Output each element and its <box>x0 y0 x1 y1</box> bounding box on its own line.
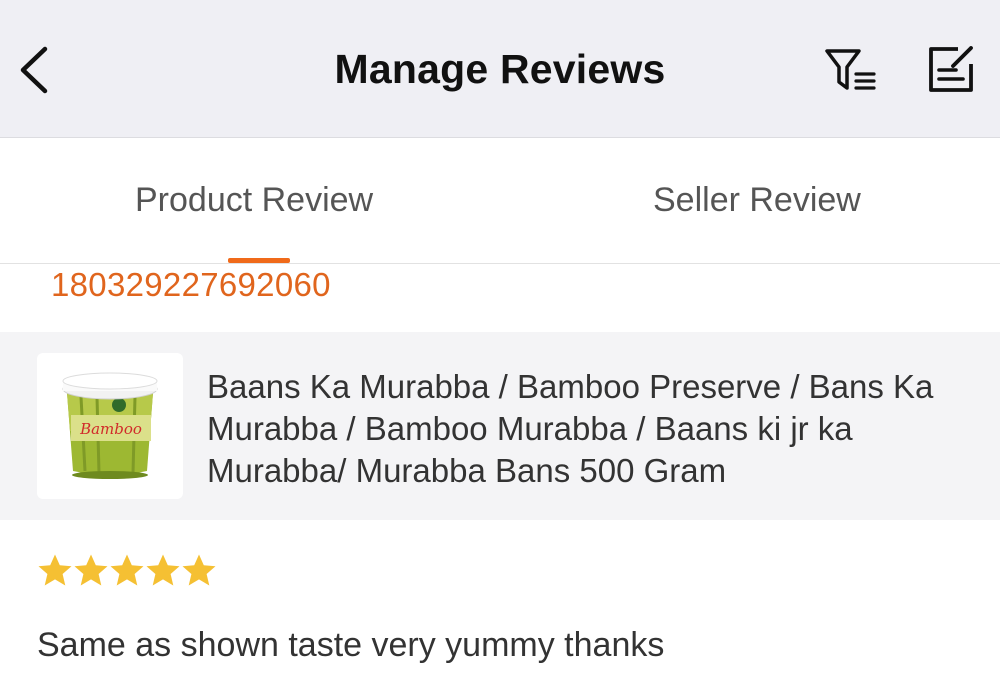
write-review-button[interactable] <box>924 44 978 96</box>
star-icon <box>146 554 180 586</box>
product-card[interactable]: Bamboo Baans Ka Murabba / Bamboo Preserv… <box>0 332 1000 520</box>
tab-product-review[interactable]: Product Review <box>135 181 373 220</box>
product-name[interactable]: Baans Ka Murabba / Bamboo Preserve / Ban… <box>207 366 967 492</box>
product-thumbnail-label: Bamboo <box>79 420 142 438</box>
filter-button[interactable] <box>822 44 880 96</box>
tab-seller-review[interactable]: Seller Review <box>653 181 861 220</box>
star-icon <box>110 554 144 586</box>
filter-list-icon <box>825 49 876 90</box>
edit-note-icon <box>929 46 973 92</box>
star-icon <box>38 554 72 586</box>
star-icon <box>74 554 108 586</box>
top-nav-bar: Manage Reviews <box>0 0 1000 138</box>
review-tabs: Product Review Seller Review <box>0 138 1000 264</box>
product-thumbnail[interactable]: Bamboo <box>37 353 183 499</box>
review-text: Same as shown taste very yummy thanks <box>37 626 665 664</box>
order-id[interactable]: 180329227692060 <box>51 266 331 304</box>
product-jar-image: Bamboo <box>62 372 158 479</box>
active-tab-indicator <box>228 258 290 263</box>
star-icon <box>182 554 216 586</box>
review-rating-stars <box>37 553 217 589</box>
